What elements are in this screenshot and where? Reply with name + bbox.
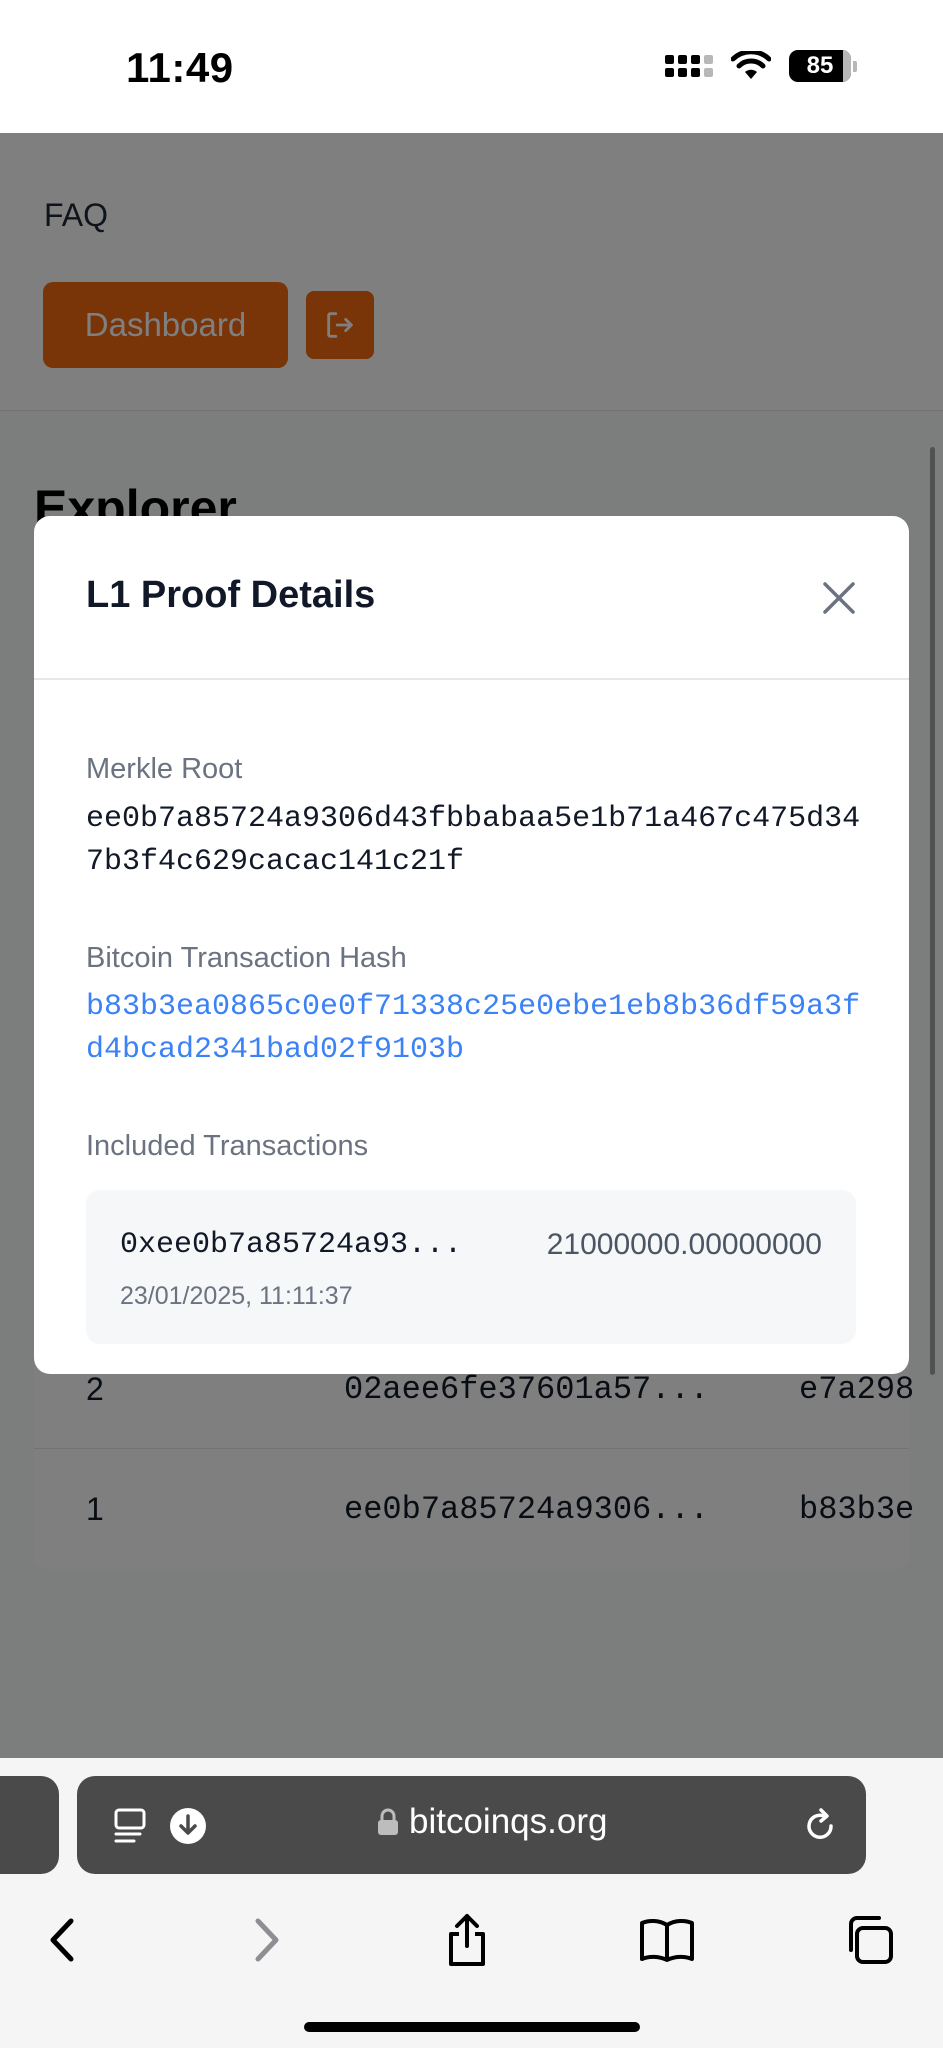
close-button[interactable] [819,578,859,618]
battery-icon: 85 [789,50,857,82]
previous-tab-preview[interactable] [0,1776,59,1874]
tabs-button[interactable] [839,1910,899,1970]
share-icon [449,1914,485,1966]
chevron-left-icon [50,1918,74,1962]
wifi-icon [731,51,771,79]
merkle-root-label: Merkle Root [86,753,243,785]
download-icon[interactable] [168,1806,208,1846]
close-icon [823,582,855,614]
book-icon [640,1918,694,1962]
status-time: 11:49 [126,44,234,91]
included-transactions-label: Included Transactions [86,1130,369,1162]
btc-tx-hash-link[interactable]: b83b3ea0865c0e0f71338c25e0ebe1eb8b36df59… [86,986,876,1072]
forward-button[interactable] [237,1910,297,1970]
modal-title: L1 Proof Details [86,574,376,616]
scrollbar[interactable] [930,447,935,1375]
home-indicator [304,2022,640,2032]
transaction-amount: 21000000.00000000 [546,1228,822,1261]
bookmarks-button[interactable] [637,1910,697,1970]
transaction-hash: 0xee0b7a85724a93... [120,1228,463,1262]
url-display[interactable]: bitcoinqs.org [377,1802,607,1842]
page-menu-icon[interactable] [112,1806,148,1846]
status-bar: 11:49 85 [0,0,943,133]
browser-nav-row [0,1888,943,1988]
proof-details-modal: L1 Proof Details Merkle Root ee0b7a85724… [34,516,909,1374]
lock-icon [378,1808,398,1835]
btc-tx-hash-label: Bitcoin Transaction Hash [86,942,407,974]
share-button[interactable] [437,1910,497,1970]
reload-icon[interactable] [800,1806,840,1846]
back-button[interactable] [32,1910,92,1970]
transaction-card: 0xee0b7a85724a93... 21000000.00000000 23… [86,1190,856,1344]
modal-header: L1 Proof Details [34,516,909,680]
url-text: bitcoinqs.org [409,1802,608,1841]
cellular-signal-icon [665,55,713,77]
tabs-icon [849,1916,893,1964]
battery-level: 85 [806,52,834,79]
browser-toolbar: bitcoinqs.org [0,1758,943,2048]
status-icons: 85 [665,50,857,82]
chevron-right-icon [255,1918,279,1962]
transaction-timestamp: 23/01/2025, 11:11:37 [120,1282,353,1310]
merkle-root-value: ee0b7a85724a9306d43fbbabaa5e1b71a467c475… [86,802,861,879]
address-bar[interactable]: bitcoinqs.org [77,1776,866,1874]
